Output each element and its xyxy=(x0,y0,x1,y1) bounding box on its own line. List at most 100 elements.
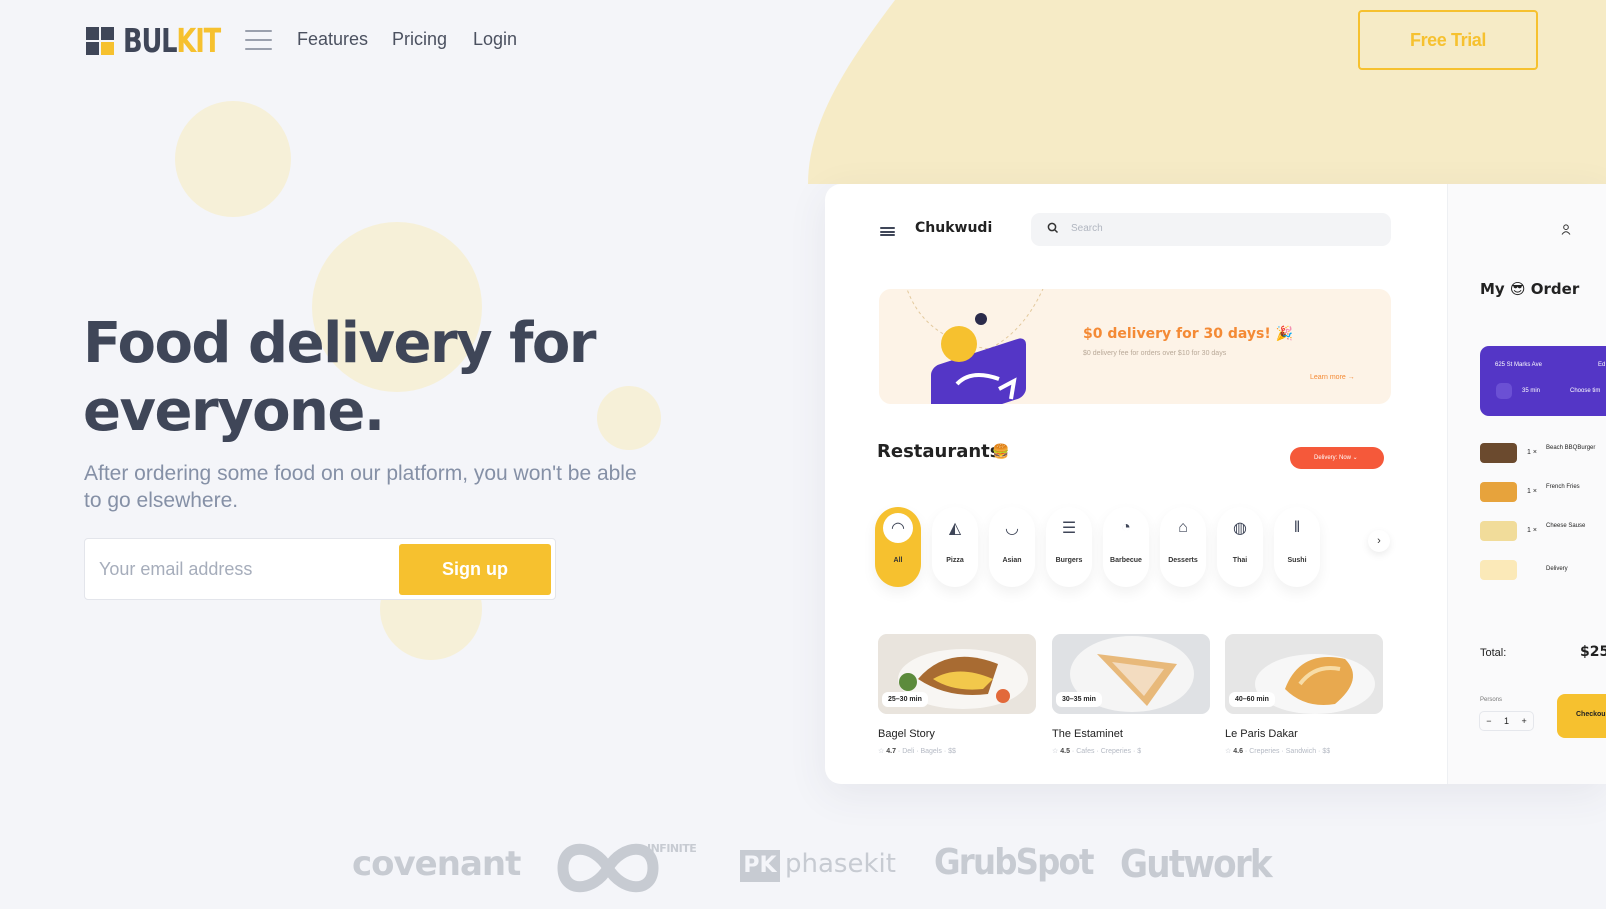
logo-mark-icon xyxy=(86,27,114,55)
hero-subtitle: After ordering some food on our platform… xyxy=(84,462,637,512)
delivery-time-badge: 25–30 min xyxy=(882,692,928,707)
nav-link-login[interactable]: Login xyxy=(473,29,517,50)
food-thumbnail xyxy=(1480,521,1517,541)
category-label: Sushi xyxy=(1287,557,1307,564)
pineapple-icon: ◍ xyxy=(1225,513,1255,543)
search-icon xyxy=(1047,222,1059,234)
restaurant-rating: 4.6 xyxy=(1233,748,1243,755)
bulkit-logo[interactable]: BULKIT xyxy=(86,24,247,58)
burger-icon: ☰ xyxy=(1054,513,1084,543)
free-trial-button[interactable]: Free Trial xyxy=(1358,10,1538,70)
star-icon: ☆ xyxy=(1225,748,1232,755)
hamburger-menu-icon[interactable] xyxy=(245,30,272,50)
covenant-logo: covenant xyxy=(352,844,521,884)
phasekit-logo-text: phasekit xyxy=(785,849,896,879)
order-item-name: Cheese Sause xyxy=(1546,523,1586,529)
grubspot-logo: GrubSpot xyxy=(934,842,1095,883)
category-label: All xyxy=(893,557,903,564)
order-item: Delivery xyxy=(1480,560,1606,582)
restaurant-tags: · Deli · Bagels · $$ xyxy=(897,748,956,755)
persons-stepper: − 1 + xyxy=(1479,711,1534,731)
restaurant-name: Le Paris Dakar xyxy=(1225,728,1298,740)
email-input[interactable] xyxy=(86,540,391,598)
category-thai: ◍ Thai xyxy=(1217,507,1263,587)
order-item: 1 × Beach BBQBurger xyxy=(1480,443,1606,465)
plus-icon: + xyxy=(1521,716,1527,726)
restaurants-heading: Restaurants xyxy=(877,441,1001,462)
category-all: ◠ All xyxy=(875,507,921,587)
category-asian: ◡ Asian xyxy=(989,507,1035,587)
promo-banner-subtitle: $0 delivery fee for orders over $10 for … xyxy=(1083,350,1227,357)
delivery-courier-illustration xyxy=(906,289,1044,404)
star-icon: ☆ xyxy=(1052,748,1059,755)
food-thumbnail xyxy=(1480,443,1517,463)
phasekit-logo: PK phasekit xyxy=(740,848,900,888)
restaurant-meta: ☆ 4.6 · Creperies · Sandwich · $$ xyxy=(1225,747,1330,755)
restaurant-card-le-paris-dakar: 40–60 min Le Paris Dakar ☆ 4.6 · Creperi… xyxy=(1225,634,1383,774)
minus-icon: − xyxy=(1486,716,1492,726)
drumstick-icon: ◔ xyxy=(1111,513,1141,543)
restaurant-meta: ☆ 4.7 · Deli · Bagels · $$ xyxy=(878,747,956,755)
category-sushi: ‖ Sushi xyxy=(1274,507,1320,587)
promo-banner: $0 delivery for 30 days! 🎉 $0 delivery f… xyxy=(879,289,1391,404)
restaurant-rating: 4.7 xyxy=(886,748,896,755)
logo-text-b: KIT xyxy=(176,21,221,60)
order-item-qty: 1 × xyxy=(1527,527,1537,534)
order-item: 1 × French Fries xyxy=(1480,482,1606,504)
category-label: Desserts xyxy=(1168,557,1198,564)
restaurant-tags: · Cafes · Creperies · $ xyxy=(1071,748,1142,755)
promo-banner-title: $0 delivery for 30 days! 🎉 xyxy=(1083,326,1294,342)
order-item: 1 × Cheese Sause xyxy=(1480,521,1606,543)
pk-badge-icon: PK xyxy=(740,850,780,882)
restaurant-rating: 4.5 xyxy=(1060,748,1070,755)
infinite-logo: INFINITE xyxy=(553,838,697,894)
sushi-icon: ‖ xyxy=(1282,513,1312,543)
delivery-scooter-icon xyxy=(1480,560,1517,580)
category-label: Pizza xyxy=(946,557,964,564)
bowl-icon: ◡ xyxy=(997,513,1027,543)
signup-form: Sign up xyxy=(84,538,556,600)
restaurant-tags: · Creperies · Sandwich · $$ xyxy=(1244,748,1331,755)
burger-emoji: 🍔 xyxy=(992,443,1010,459)
hero-title: Food delivery for everyone. xyxy=(83,311,597,444)
category-label: Asian xyxy=(1002,557,1022,564)
order-item-name: Beach BBQBurger xyxy=(1546,445,1596,451)
total-value: $25 xyxy=(1580,644,1606,660)
infinite-logo-text: INFINITE xyxy=(647,842,697,855)
choose-time-link: Choose tim xyxy=(1570,388,1601,394)
category-label: Thai xyxy=(1232,557,1248,564)
cupcake-icon: ⌂ xyxy=(1168,513,1198,543)
partner-logos: covenant INFINITE PK phasekit GrubSpot G… xyxy=(0,842,1606,909)
user-icon xyxy=(1561,224,1571,235)
persons-label: Persons xyxy=(1480,697,1503,703)
category-burgers: ☰ Burgers xyxy=(1046,507,1092,587)
signup-button[interactable]: Sign up xyxy=(399,544,551,595)
order-item-name: Delivery xyxy=(1546,566,1568,572)
category-pizza: ◭ Pizza xyxy=(932,507,978,587)
mockup-search-placeholder: Search xyxy=(1071,223,1103,234)
chevron-right-icon: › xyxy=(1368,530,1390,552)
order-address-card: 625 St Marks Ave Ed 35 min Choose tim xyxy=(1480,346,1606,416)
restaurant-meta: ☆ 4.5 · Cafes · Creperies · $ xyxy=(1052,747,1141,755)
order-address: 625 St Marks Ave xyxy=(1495,362,1542,368)
star-icon: ☆ xyxy=(878,748,885,755)
cloche-icon: ◠ xyxy=(883,513,913,543)
promo-learn-more-link: Learn more → xyxy=(1310,374,1355,381)
checkout-button: Checkou xyxy=(1557,694,1606,738)
nav-link-pricing[interactable]: Pricing xyxy=(392,29,447,50)
decor-circle xyxy=(175,101,291,217)
category-barbecue: ◔ Barbecue xyxy=(1103,507,1149,587)
logo-wordmark: BULKIT xyxy=(123,21,221,60)
persons-value: 1 xyxy=(1503,716,1509,726)
my-order-title: My 😎 Order xyxy=(1480,280,1580,298)
category-desserts: ⌂ Desserts xyxy=(1160,507,1206,587)
delivery-time-pill: Delivery: Now ⌄ xyxy=(1290,447,1384,469)
mockup-menu-icon xyxy=(880,227,895,236)
mockup-search-bar: Search xyxy=(1031,213,1391,246)
gutwork-logo: Gutwork xyxy=(1120,842,1273,886)
delivery-time-badge: 40–60 min xyxy=(1229,692,1275,707)
top-navbar: BULKIT Features Pricing Login Free Trial xyxy=(0,0,1606,80)
nav-link-features[interactable]: Features xyxy=(297,29,368,50)
order-time: 35 min xyxy=(1522,388,1541,394)
mockup-username: Chukwudi xyxy=(915,220,993,236)
